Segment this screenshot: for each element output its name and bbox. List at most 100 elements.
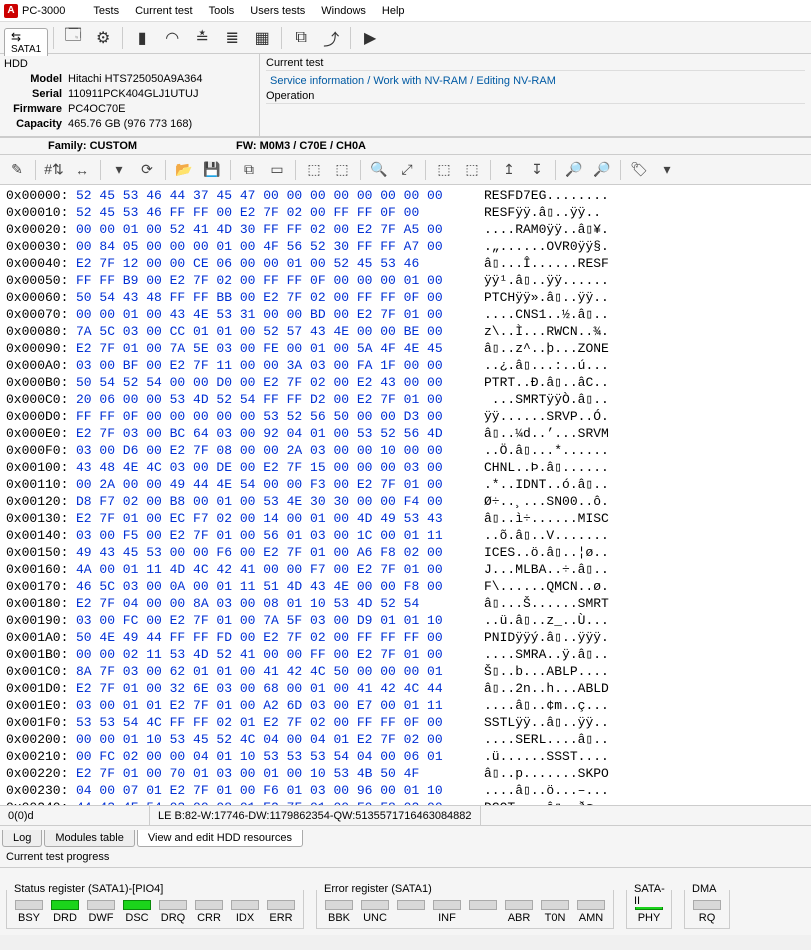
- menu-help[interactable]: Help: [374, 2, 413, 20]
- hex-row[interactable]: 0x00160:4A 00 01 11 4D 4C 42 41 00 00 F7…: [6, 561, 805, 578]
- tag-dropdown-icon[interactable]: ▾: [654, 158, 680, 182]
- hex-row[interactable]: 0x000B0:50 54 52 54 00 00 D0 00 E2 7F 02…: [6, 374, 805, 391]
- hex-row[interactable]: 0x00120:D8 F7 02 00 B8 00 01 00 53 4E 30…: [6, 493, 805, 510]
- nav-prev-icon[interactable]: ⬚: [431, 158, 457, 182]
- hex-ascii[interactable]: Š▯..b...ABLP....: [476, 663, 609, 680]
- offset-icon[interactable]: #⇅: [41, 158, 67, 182]
- hex-bytes[interactable]: 20 06 00 00 53 4D 52 54 FF FF D2 00 E2 7…: [76, 391, 476, 408]
- tracks-icon[interactable]: ≣: [218, 25, 246, 51]
- nav-next-icon[interactable]: ⬚: [459, 158, 485, 182]
- hex-row[interactable]: 0x000C0:20 06 00 00 53 4D 52 54 FF FF D2…: [6, 391, 805, 408]
- hex-bytes[interactable]: 43 48 4E 4C 03 00 DE 00 E2 7F 15 00 00 0…: [76, 459, 476, 476]
- hex-row[interactable]: 0x00030:00 84 05 00 00 00 01 00 4F 56 52…: [6, 238, 805, 255]
- expand-icon[interactable]: ⤢: [394, 158, 420, 182]
- hex-row[interactable]: 0x001C0:8A 7F 03 00 62 01 01 00 41 42 4C…: [6, 663, 805, 680]
- hex-bytes[interactable]: D8 F7 02 00 B8 00 01 00 53 4E 30 30 00 0…: [76, 493, 476, 510]
- hex-ascii[interactable]: ÿÿ¹.â▯..ÿÿ......: [476, 272, 609, 289]
- tab-view-and-edit-hdd-resources[interactable]: View and edit HDD resources: [137, 830, 303, 847]
- hex-row[interactable]: 0x00130:E2 7F 01 00 EC F7 02 00 14 00 01…: [6, 510, 805, 527]
- block-end-icon[interactable]: ⬚: [329, 158, 355, 182]
- hex-row[interactable]: 0x001A0:50 4E 49 44 FF FF FD 00 E2 7F 02…: [6, 629, 805, 646]
- open-icon[interactable]: 📂: [171, 158, 197, 182]
- hex-ascii[interactable]: ....SMRA..ÿ.â▯..: [476, 646, 609, 663]
- find-next-icon[interactable]: 🔎: [589, 158, 615, 182]
- hex-ascii[interactable]: J...MLBA..÷.â▯..: [476, 561, 609, 578]
- hex-bytes[interactable]: 03 00 01 01 E2 7F 01 00 A2 6D 03 00 E7 0…: [76, 697, 476, 714]
- hex-bytes[interactable]: E2 7F 03 00 BC 64 03 00 92 04 01 00 53 5…: [76, 425, 476, 442]
- hex-ascii[interactable]: .*..IDNT..ó.â▯..: [476, 476, 609, 493]
- down-icon[interactable]: ↧: [524, 158, 550, 182]
- hex-row[interactable]: 0x00060:50 54 43 48 FF FF BB 00 E2 7F 02…: [6, 289, 805, 306]
- hex-ascii[interactable]: ...SMRTÿÿÒ.â▯..: [476, 391, 609, 408]
- new-icon[interactable]: ✎: [4, 158, 30, 182]
- width-icon[interactable]: ↔: [69, 158, 95, 182]
- hex-row[interactable]: 0x00050:FF FF B9 00 E2 7F 02 00 FF FF 0F…: [6, 272, 805, 289]
- hex-bytes[interactable]: 44 43 4F 54 03 00 08 01 E2 7F 01 00 F0 F…: [76, 799, 476, 805]
- hex-ascii[interactable]: ÿÿ......SRVP..Ó.: [476, 408, 609, 425]
- hex-ascii[interactable]: Ø÷..¸...SN00..ô.: [476, 493, 609, 510]
- menu-current-test[interactable]: Current test: [127, 2, 200, 20]
- hex-ascii[interactable]: RESFÿÿ.â▯..ÿÿ..: [476, 204, 601, 221]
- hex-bytes[interactable]: E2 7F 04 00 00 8A 03 00 08 01 10 53 4D 5…: [76, 595, 476, 612]
- hex-row[interactable]: 0x00020:00 00 01 00 52 41 4D 30 FF FF 02…: [6, 221, 805, 238]
- hex-ascii[interactable]: â▯..z^..þ...ZONE: [476, 340, 609, 357]
- exit-icon[interactable]: ⤴: [317, 25, 345, 51]
- hex-row[interactable]: 0x00040:E2 7F 12 00 00 CE 06 00 00 01 00…: [6, 255, 805, 272]
- hex-ascii[interactable]: .ü......SSST....: [476, 748, 609, 765]
- hex-ascii[interactable]: â▯...Î......RESF: [476, 255, 609, 272]
- hex-ascii[interactable]: â▯..ì÷......MISC: [476, 510, 609, 527]
- hex-bytes[interactable]: 04 00 07 01 E2 7F 01 00 F6 01 03 00 96 0…: [76, 782, 476, 799]
- hex-bytes[interactable]: 00 84 05 00 00 00 01 00 4F 56 52 30 FF F…: [76, 238, 476, 255]
- hex-ascii[interactable]: ....â▯..¢m..ç...: [476, 697, 609, 714]
- heads-icon[interactable]: ≛: [188, 25, 216, 51]
- hex-row[interactable]: 0x00080:7A 5C 03 00 CC 01 01 00 52 57 43…: [6, 323, 805, 340]
- hex-bytes[interactable]: FF FF B9 00 E2 7F 02 00 FF FF 0F 00 00 0…: [76, 272, 476, 289]
- hex-ascii[interactable]: PNIDÿÿý.â▯..ÿÿÿ.: [476, 629, 609, 646]
- chip-icon[interactable]: ▮: [128, 25, 156, 51]
- hex-ascii[interactable]: ..¿.â▯...:..ú...: [476, 357, 609, 374]
- hex-row[interactable]: 0x00070:00 00 01 00 43 4E 53 31 00 00 BD…: [6, 306, 805, 323]
- hex-ascii[interactable]: ....â▯..ö...–...: [476, 782, 609, 799]
- hex-bytes[interactable]: 03 00 D6 00 E2 7F 08 00 00 2A 03 00 00 1…: [76, 442, 476, 459]
- up-icon[interactable]: ↥: [496, 158, 522, 182]
- hex-row[interactable]: 0x001B0:00 00 02 11 53 4D 52 41 00 00 FF…: [6, 646, 805, 663]
- hex-bytes[interactable]: 52 45 53 46 44 37 45 47 00 00 00 00 00 0…: [76, 187, 476, 204]
- hex-ascii[interactable]: DCOT....â▯..ðø..: [476, 799, 609, 805]
- hex-row[interactable]: 0x00230:04 00 07 01 E2 7F 01 00 F6 01 03…: [6, 782, 805, 799]
- copy-icon[interactable]: ⧉: [287, 25, 315, 51]
- hex-ascii[interactable]: SSTLÿÿ..â▯..ÿÿ..: [476, 714, 609, 731]
- hex-bytes[interactable]: 03 00 BF 00 E2 7F 11 00 00 3A 03 00 FA 1…: [76, 357, 476, 374]
- play-icon[interactable]: ▶: [356, 25, 384, 51]
- hex-bytes[interactable]: 46 5C 03 00 0A 00 01 11 51 4D 43 4E 00 0…: [76, 578, 476, 595]
- hex-bytes[interactable]: E2 7F 01 00 32 6E 03 00 68 00 01 00 41 4…: [76, 680, 476, 697]
- hex-row[interactable]: 0x001F0:53 53 54 4C FF FF 02 01 E2 7F 02…: [6, 714, 805, 731]
- hex-bytes[interactable]: 50 54 43 48 FF FF BB 00 E2 7F 02 00 FF F…: [76, 289, 476, 306]
- hex-row[interactable]: 0x000A0:03 00 BF 00 E2 7F 11 00 00 3A 03…: [6, 357, 805, 374]
- hex-bytes[interactable]: 53 53 54 4C FF FF 02 01 E2 7F 02 00 FF F…: [76, 714, 476, 731]
- hex-ascii[interactable]: ..õ.â▯..V.......: [476, 527, 609, 544]
- hex-ascii[interactable]: ..ü.â▯..z_..Ù...: [476, 612, 609, 629]
- hex-ascii[interactable]: â▯...Š......SMRT: [476, 595, 609, 612]
- hex-bytes[interactable]: 00 FC 02 00 00 04 01 10 53 53 53 54 04 0…: [76, 748, 476, 765]
- hex-bytes[interactable]: 00 00 01 10 53 45 52 4C 04 00 04 01 E2 7…: [76, 731, 476, 748]
- hex-ascii[interactable]: PTCHÿÿ».â▯..ÿÿ..: [476, 289, 609, 306]
- hex-ascii[interactable]: â▯..p.......SKPO: [476, 765, 609, 782]
- find-icon[interactable]: 🔎: [561, 158, 587, 182]
- hex-ascii[interactable]: ....CNS1..½.â▯..: [476, 306, 609, 323]
- hex-bytes[interactable]: E2 7F 01 00 7A 5E 03 00 FE 00 01 00 5A 4…: [76, 340, 476, 357]
- hex-row[interactable]: 0x00220:E2 7F 01 00 70 01 03 00 01 00 10…: [6, 765, 805, 782]
- hex-row[interactable]: 0x000E0:E2 7F 03 00 BC 64 03 00 92 04 01…: [6, 425, 805, 442]
- menu-tools[interactable]: Tools: [201, 2, 243, 20]
- hex-row[interactable]: 0x00110:00 2A 00 00 49 44 4E 54 00 00 F3…: [6, 476, 805, 493]
- hex-row[interactable]: 0x00000:52 45 53 46 44 37 45 47 00 00 00…: [6, 187, 805, 204]
- hex-ascii[interactable]: z\..Ì...RWCN..¾.: [476, 323, 609, 340]
- hex-ascii[interactable]: ..Ö.â▯...*......: [476, 442, 609, 459]
- hex-row[interactable]: 0x00210:00 FC 02 00 00 04 01 10 53 53 53…: [6, 748, 805, 765]
- hex-ascii[interactable]: ....RAM0ÿÿ..â▯¥.: [476, 221, 609, 238]
- dropdown-icon[interactable]: ▾: [106, 158, 132, 182]
- menu-windows[interactable]: Windows: [313, 2, 374, 20]
- hex-bytes[interactable]: E2 7F 01 00 EC F7 02 00 14 00 01 00 4D 4…: [76, 510, 476, 527]
- hex-bytes[interactable]: 4A 00 01 11 4D 4C 42 41 00 00 F7 00 E2 7…: [76, 561, 476, 578]
- paste-icon[interactable]: ▭: [264, 158, 290, 182]
- hex-row[interactable]: 0x000F0:03 00 D6 00 E2 7F 08 00 00 2A 03…: [6, 442, 805, 459]
